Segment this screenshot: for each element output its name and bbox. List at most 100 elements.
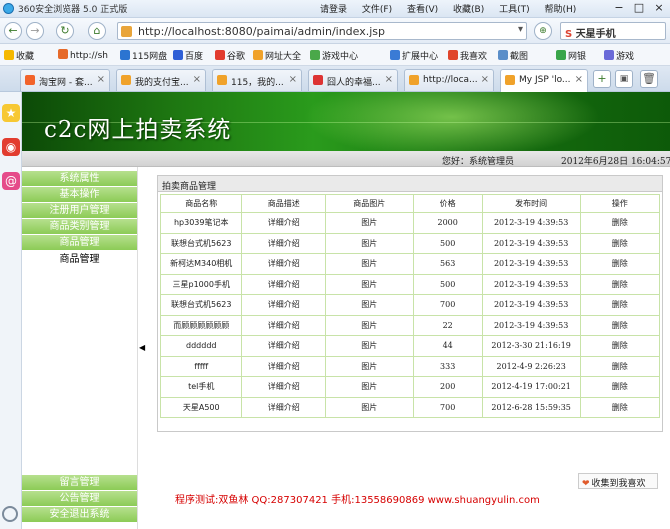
menu-user-management[interactable]: 注册用户管理 xyxy=(22,203,137,219)
delete-link[interactable]: 删除 xyxy=(579,335,661,357)
table-row: dddddd 详细介绍 图片 44 2012-3-30 21:16:19 删除 xyxy=(159,335,661,357)
menu-tools[interactable]: 工具(T) xyxy=(499,5,530,15)
close-icon[interactable]: × xyxy=(575,74,583,85)
security-shield-icon[interactable]: ⊕ xyxy=(534,22,552,40)
image-link[interactable]: 图片 xyxy=(324,376,414,398)
weibo-icon[interactable]: ◉ xyxy=(2,138,20,156)
close-icon[interactable]: × xyxy=(481,74,489,85)
home-icon[interactable]: ⌂ xyxy=(88,22,106,40)
fav-like[interactable]: 我喜欢 xyxy=(448,49,487,62)
menu-system-properties[interactable]: 系统属性 xyxy=(22,171,137,187)
image-link[interactable]: 图片 xyxy=(324,294,414,316)
fav-extensions[interactable]: 扩展中心 xyxy=(390,49,438,62)
image-link[interactable]: 图片 xyxy=(324,232,414,254)
delete-link[interactable]: 删除 xyxy=(579,253,661,275)
refresh-icon[interactable]: ↻ xyxy=(56,22,74,40)
frame-splitter[interactable]: ◀ xyxy=(137,167,149,529)
collapse-arrow-icon[interactable]: ◀ xyxy=(139,343,145,352)
detail-link[interactable]: 详细介绍 xyxy=(241,232,326,254)
fav-bank[interactable]: 网银 xyxy=(556,49,586,62)
detail-link[interactable]: 详细介绍 xyxy=(241,212,326,234)
detail-link[interactable]: 详细介绍 xyxy=(241,355,326,377)
tab-115[interactable]: 115，我的... × xyxy=(212,69,302,91)
submenu-goods-management[interactable]: 商品管理 xyxy=(22,252,137,268)
fav-hao[interactable]: 网址大全 xyxy=(253,49,301,62)
fav-screenshot[interactable]: 截图 xyxy=(498,49,528,62)
detail-link[interactable]: 详细介绍 xyxy=(241,253,326,275)
menu-help[interactable]: 帮助(H) xyxy=(545,5,577,15)
mail-at-icon[interactable]: @ xyxy=(2,172,20,190)
image-link[interactable]: 图片 xyxy=(324,212,414,234)
menu-messages[interactable]: 留言管理 xyxy=(22,475,137,491)
delete-link[interactable]: 删除 xyxy=(579,314,661,336)
forward-icon[interactable]: → xyxy=(26,22,44,40)
close-window-icon[interactable]: × xyxy=(652,1,666,14)
tab-localhost[interactable]: http://loca... × xyxy=(404,69,494,91)
menu-announcements[interactable]: 公告管理 xyxy=(22,491,137,507)
close-icon[interactable]: × xyxy=(193,74,201,85)
tab-alipay[interactable]: 我的支付宝... × xyxy=(116,69,206,91)
detail-link[interactable]: 详细介绍 xyxy=(241,273,326,295)
browser-logo-icon xyxy=(3,3,14,14)
detail-link[interactable]: 详细介绍 xyxy=(241,314,326,336)
close-icon[interactable]: × xyxy=(97,74,105,85)
address-input[interactable] xyxy=(138,24,498,38)
col-name: 商品名称 xyxy=(159,194,243,213)
maximize-icon[interactable]: □ xyxy=(632,1,646,14)
new-tab-icon[interactable]: + xyxy=(593,70,611,88)
restore-tab-icon[interactable]: ▣ xyxy=(615,70,633,88)
image-link[interactable]: 图片 xyxy=(324,273,414,295)
detail-link[interactable]: 详细介绍 xyxy=(241,396,326,418)
favorites-star-icon[interactable]: ★ xyxy=(2,104,20,122)
delete-link[interactable]: 删除 xyxy=(579,376,661,398)
goods-name: 天星A500 xyxy=(159,396,243,418)
menu-logout[interactable]: 安全退出系统 xyxy=(22,507,137,523)
tab-my-jsp[interactable]: My JSP 'lo... × xyxy=(500,69,588,92)
menu-category-management[interactable]: 商品类别管理 xyxy=(22,219,137,235)
search-engine-box[interactable]: S 天星手机 xyxy=(560,22,666,40)
back-icon[interactable]: ← xyxy=(4,22,22,40)
image-link[interactable]: 图片 xyxy=(324,396,414,418)
settings-gear-icon[interactable] xyxy=(2,506,18,522)
fav-http-sh[interactable]: http://sh xyxy=(58,49,108,61)
close-icon[interactable]: × xyxy=(385,74,393,85)
fav-baidu[interactable]: 百度 xyxy=(173,49,203,62)
detail-link[interactable]: 详细介绍 xyxy=(241,335,326,357)
trash-icon[interactable]: 🗑 xyxy=(640,70,658,88)
image-link[interactable]: 图片 xyxy=(324,335,414,357)
detail-link[interactable]: 详细介绍 xyxy=(241,294,326,316)
tab-taobao[interactable]: 淘宝网 - 套... × xyxy=(20,69,110,91)
collect-like-button[interactable]: ❤ 收集到我喜欢 xyxy=(578,473,658,489)
fav-game2[interactable]: 游戏 xyxy=(604,49,634,62)
delete-link[interactable]: 删除 xyxy=(579,294,661,316)
delete-link[interactable]: 删除 xyxy=(579,232,661,254)
image-link[interactable]: 图片 xyxy=(324,253,414,275)
tab-happiness[interactable]: 囧人的幸福... × xyxy=(308,69,398,91)
menu-basic-operations[interactable]: 基本操作 xyxy=(22,187,137,203)
fav-google[interactable]: 谷歌 xyxy=(215,49,245,62)
browser-sidebar: ★ ◉ @ xyxy=(0,92,22,529)
tab-favicon-icon xyxy=(121,75,131,85)
image-link[interactable]: 图片 xyxy=(324,314,414,336)
delete-link[interactable]: 删除 xyxy=(579,396,661,418)
close-icon[interactable]: × xyxy=(289,74,297,85)
menu-favorites[interactable]: 收藏(B) xyxy=(453,5,484,15)
detail-link[interactable]: 详细介绍 xyxy=(241,376,326,398)
image-link[interactable]: 图片 xyxy=(324,355,414,377)
fav-115[interactable]: 115网盘 xyxy=(120,49,167,62)
login-link[interactable]: 请登录 xyxy=(320,5,347,15)
menu-view[interactable]: 查看(V) xyxy=(407,5,438,15)
address-bar[interactable]: ▾ xyxy=(117,22,527,40)
address-dropdown-icon[interactable]: ▾ xyxy=(518,24,523,35)
delete-link[interactable]: 删除 xyxy=(579,273,661,295)
fav-collect[interactable]: 收藏 xyxy=(4,49,34,62)
goods-price: 500 xyxy=(412,232,483,254)
goods-name: tel手机 xyxy=(159,376,243,398)
menu-file[interactable]: 文件(F) xyxy=(362,5,392,15)
fav-games[interactable]: 游戏中心 xyxy=(310,49,358,62)
goods-name: 而顾顾顾顾顾顾 xyxy=(159,314,243,336)
delete-link[interactable]: 删除 xyxy=(579,212,661,234)
menu-goods-management[interactable]: 商品管理 xyxy=(22,235,137,251)
delete-link[interactable]: 删除 xyxy=(579,355,661,377)
minimize-icon[interactable]: − xyxy=(612,1,626,14)
